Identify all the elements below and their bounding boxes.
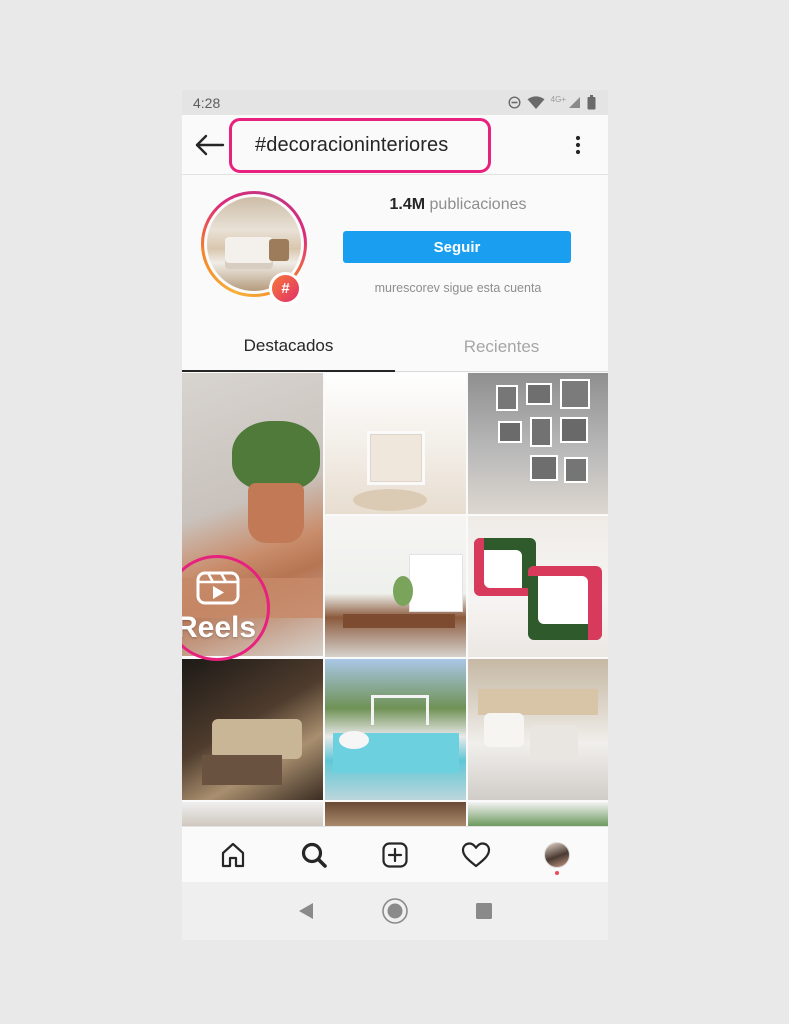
do-not-disturb-icon xyxy=(508,96,521,109)
nav-add-post[interactable] xyxy=(371,833,419,877)
wifi-icon xyxy=(527,95,545,109)
system-home-button[interactable] xyxy=(375,891,415,931)
frame-graphic xyxy=(530,417,552,447)
frame-graphic xyxy=(530,455,558,481)
pillow-graphic xyxy=(474,538,536,596)
tabs: Destacados Recientes xyxy=(182,322,608,372)
nav-search[interactable] xyxy=(290,833,338,877)
more-vertical-icon xyxy=(575,135,581,155)
reels-label: Reels xyxy=(182,611,257,644)
tab-recientes[interactable]: Recientes xyxy=(395,322,608,372)
frame-graphic xyxy=(498,421,522,443)
grid-post[interactable] xyxy=(468,659,608,800)
system-back-button[interactable] xyxy=(286,891,326,931)
cabinet-graphic xyxy=(409,554,463,612)
plant-graphic xyxy=(232,421,320,491)
frame-graphic xyxy=(564,457,588,483)
grid-post[interactable] xyxy=(468,802,608,826)
frame-graphic xyxy=(496,385,518,411)
grid-post[interactable] xyxy=(325,516,466,657)
table-graphic xyxy=(343,614,455,628)
hashtag-badge: # xyxy=(269,272,302,305)
phone-screen: 4:28 4G+ #decoracioninteriores # 1.4M pu… xyxy=(182,90,608,940)
page-title: #decoracioninteriores xyxy=(255,134,449,156)
shelf-graphic xyxy=(367,431,425,485)
pillow-graphic xyxy=(530,725,578,759)
status-icons: 4G+ xyxy=(508,95,596,110)
heart-icon xyxy=(462,841,491,867)
circle-home-icon xyxy=(382,898,408,924)
grid-post[interactable] xyxy=(468,516,608,657)
triangle-back-icon xyxy=(299,903,314,919)
system-recents-button[interactable] xyxy=(464,891,504,931)
grid-post[interactable] xyxy=(325,659,466,800)
grid-post[interactable] xyxy=(182,659,323,800)
grid-post[interactable] xyxy=(468,373,608,514)
system-nav xyxy=(182,882,608,940)
post-count: 1.4M publicaciones xyxy=(344,196,572,214)
back-button[interactable] xyxy=(194,131,226,159)
back-arrow-icon xyxy=(195,134,225,156)
signal-icon xyxy=(569,97,580,108)
rug-graphic xyxy=(353,489,427,511)
profile-avatar xyxy=(544,841,571,868)
header: #decoracioninteriores xyxy=(182,115,608,175)
tab-destacados[interactable]: Destacados xyxy=(182,322,395,372)
network-type: 4G+ xyxy=(550,95,566,104)
bottom-nav xyxy=(182,826,608,882)
frame-graphic xyxy=(526,383,552,405)
post-count-value: 1.4M xyxy=(389,196,426,213)
pillow-graphic xyxy=(528,566,602,640)
grid-post[interactable] xyxy=(325,802,466,826)
table-graphic xyxy=(202,755,282,785)
pergola-graphic xyxy=(371,695,429,725)
status-bar: 4:28 4G+ xyxy=(182,90,608,115)
grid-post[interactable] xyxy=(325,373,466,514)
title-highlight: #decoracioninteriores xyxy=(229,118,491,173)
nav-home[interactable] xyxy=(209,833,257,877)
nav-activity[interactable] xyxy=(452,833,500,877)
square-recents-icon xyxy=(475,903,492,919)
reels-icon[interactable] xyxy=(196,571,240,605)
frame-graphic xyxy=(560,379,590,409)
frame-graphic xyxy=(560,417,588,443)
pot-graphic xyxy=(248,483,304,543)
float-graphic xyxy=(339,731,369,749)
status-time: 4:28 xyxy=(193,94,221,111)
nav-profile[interactable] xyxy=(533,833,581,877)
search-icon xyxy=(301,842,327,868)
home-icon xyxy=(221,842,244,867)
notification-dot xyxy=(555,870,560,875)
sofa-graphic xyxy=(212,719,302,759)
add-post-icon xyxy=(382,841,408,868)
pillow-graphic xyxy=(484,713,524,747)
plant-graphic xyxy=(393,576,413,606)
headboard-graphic xyxy=(478,689,598,715)
follow-button[interactable]: Seguir xyxy=(343,231,571,263)
grid-post[interactable] xyxy=(182,802,323,826)
follow-note: murescorev sigue esta cuenta xyxy=(374,281,542,295)
post-count-label: publicaciones xyxy=(429,196,527,213)
battery-icon xyxy=(587,95,596,110)
more-options-button[interactable] xyxy=(570,131,586,159)
